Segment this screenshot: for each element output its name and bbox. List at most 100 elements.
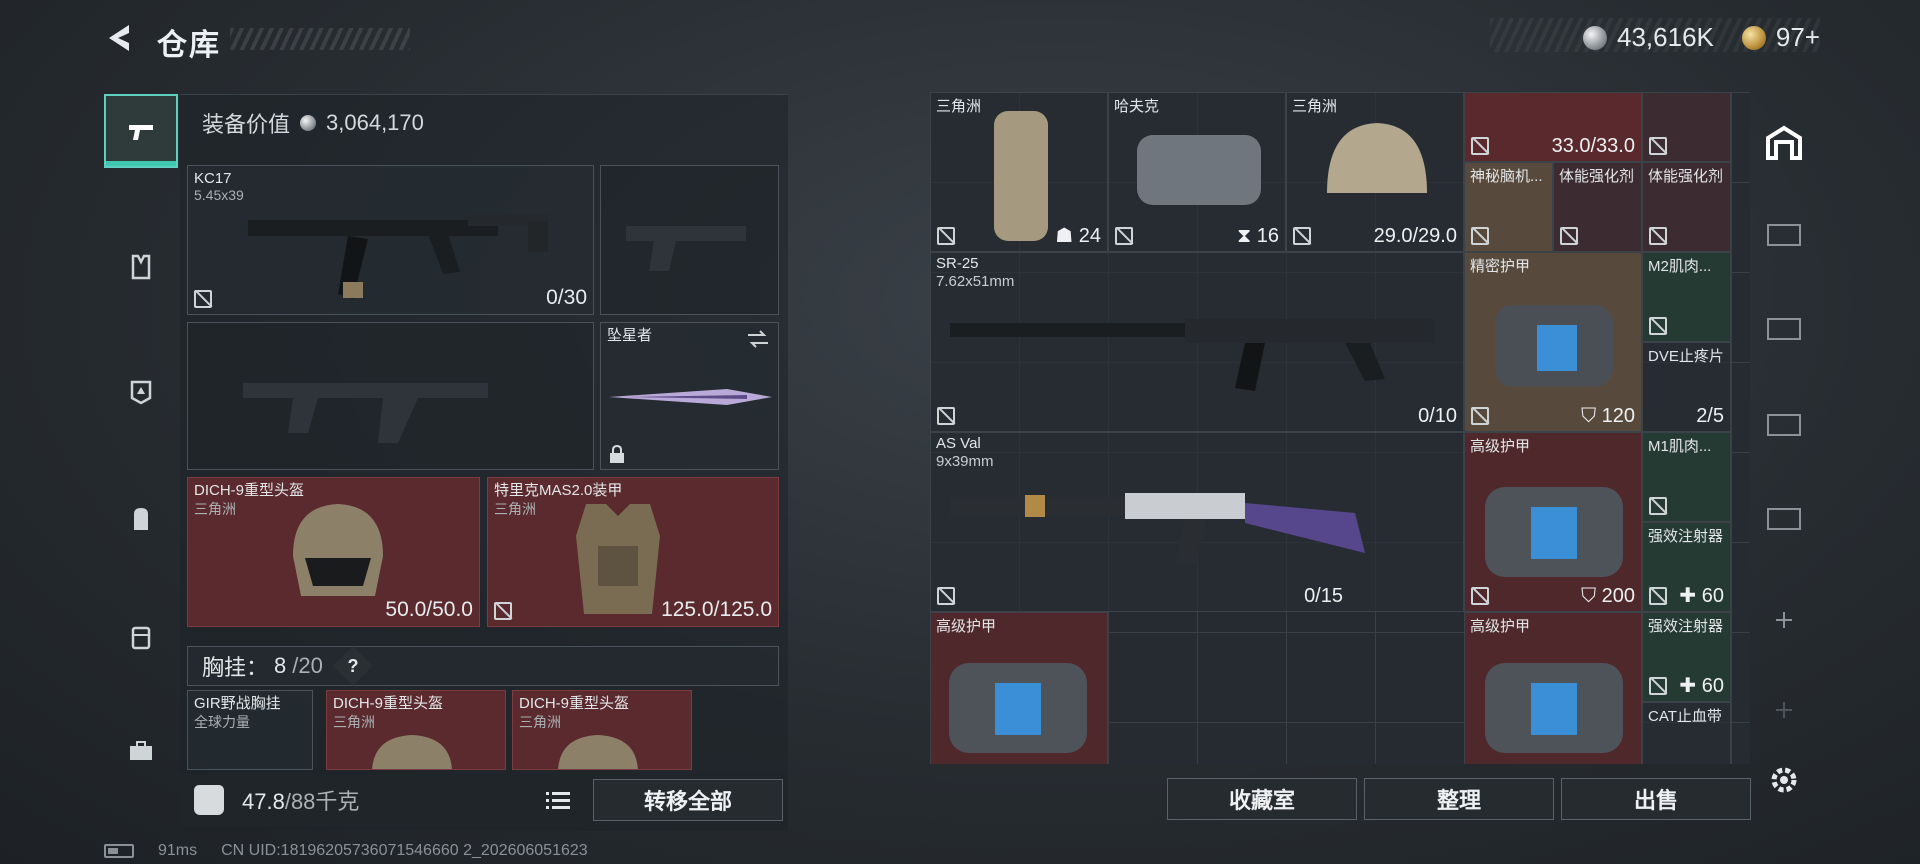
plus-icon [1776,612,1792,628]
armor-value: ⛉ 120 [1581,405,1635,427]
gold-coin-icon[interactable] [1741,25,1766,50]
no-insurance-icon [937,227,955,245]
vest-item-origin: 三角洲 [519,714,561,730]
no-insurance-icon [1649,317,1667,335]
collection-room-button[interactable]: 收藏室 [1167,778,1357,820]
no-insurance-icon [1471,227,1489,245]
grid-item-asval[interactable]: AS Val 9x39mm 0/15 [930,432,1464,612]
secondary-rifle-slot[interactable] [187,322,594,470]
storage-page-4[interactable] [1752,202,1816,266]
grid-item-cap[interactable]: 33.0/33.0 [1464,92,1642,162]
storage-page-icon [1767,508,1801,530]
storage-page-rail [1752,86,1816,806]
grid-item-painkiller[interactable]: DVE止疼片 2/5 [1642,342,1731,432]
weapon-name: AS Val [936,435,981,452]
grid-item-advanced-armor[interactable]: 高级护甲 ⛉ 200 [1464,432,1642,612]
item-origin: 三角洲 [1292,98,1338,115]
item-origin: 哈夫克 [1114,98,1160,115]
transfer-all-button[interactable]: 转移全部 [593,779,783,821]
helmet-icon [372,735,452,769]
storage-page-icon [1767,414,1801,436]
item-name: 精密护甲 [1470,258,1531,275]
armor-durability: 125.0/125.0 [661,598,772,621]
rail-tab-container[interactable] [104,600,178,674]
knife-icon [609,389,772,405]
item-name: 高级护甲 [1470,618,1531,635]
item-count: 2/5 [1696,405,1724,427]
item-name: 神秘脑机... [1470,168,1543,185]
lock-icon [610,445,624,463]
gold-amount[interactable]: 97+ [1776,22,1820,53]
storage-page-3[interactable] [1752,296,1816,360]
helmet-icon [293,504,383,596]
grid-item-precise-armor[interactable]: 精密护甲 ⛉ 120 [1464,252,1642,432]
secondary-weapon-slot[interactable] [600,165,779,315]
helmet-slot[interactable]: DICH-9重型头盔 三角洲 50.0/50.0 [187,477,480,627]
vest-item-name: DICH-9重型头盔 [333,695,444,712]
melee-slot[interactable]: 坠星者 [600,322,779,470]
vest-item-slot[interactable]: GIR野战胸挂 全球力量 [187,690,313,770]
grid-item-m1[interactable]: M1肌肉... [1642,432,1731,522]
rail-tab-toolbox[interactable] [104,714,178,788]
no-insurance-icon [1649,587,1667,605]
armor-value: ⛉ 200 [1581,585,1635,607]
no-insurance-icon [494,602,512,620]
add-page-button-disabled[interactable] [1752,678,1816,742]
vest-item-slot[interactable]: DICH-9重型头盔 三角洲 [512,690,692,770]
storage-grid: 三角洲 ☗ 24 哈夫克 ⧗ 16 三角洲 29.0/29.0 33.0/33.… [930,92,1750,764]
item-name: 高级护甲 [936,618,997,635]
grid-item-injector[interactable]: 强效注射器 ✚ 60 [1642,612,1731,702]
grid-item-brain-chip[interactable]: 神秘脑机... [1464,162,1553,252]
armor-slot[interactable]: 特里克MAS2.0装甲 三角洲 125.0/125.0 [487,477,779,627]
grid-item-injector[interactable]: 强效注射器 ✚ 60 [1642,522,1731,612]
back-button[interactable] [100,18,140,58]
grid-item-advanced-armor[interactable]: 高级护甲 [1464,612,1642,764]
sell-button[interactable]: 出售 [1561,778,1751,820]
no-insurance-icon [1471,407,1489,425]
grid-item-bag[interactable]: 哈夫克 ⧗ 16 [1108,92,1286,252]
grid-item-m2[interactable]: M2肌肉... [1642,252,1731,342]
rail-tab-vest[interactable] [104,230,178,304]
item-count: ⧗ 16 [1237,225,1279,247]
item-count: ✚ 60 [1679,675,1724,697]
no-insurance-icon [937,587,955,605]
storage-page-main[interactable] [1752,110,1816,174]
pistol-icon [129,125,153,140]
grid-item-enhancer[interactable]: 体能强化剂 [1553,162,1642,252]
settings-button[interactable] [1752,748,1816,812]
item-name: 体能强化剂 [1559,168,1635,185]
item-name: 高级护甲 [1470,438,1531,455]
grid-item-tourniquet[interactable]: CAT止血带 [1642,702,1731,764]
rail-tab-weapons[interactable] [104,94,178,168]
no-insurance-icon [1649,497,1667,515]
grid-item-sr25[interactable]: SR-25 7.62x51mm 0/10 [930,252,1464,432]
ping-readout: 91ms [158,842,198,859]
add-page-button[interactable] [1752,588,1816,652]
pistol-silhouette-icon [626,226,746,271]
rail-tab-backpack[interactable] [104,482,178,556]
grid-item-enhancer[interactable]: 体能强化剂 [1642,162,1731,252]
grid-item-advanced-armor[interactable]: 高级护甲 [930,612,1108,764]
rail-tab-armor[interactable] [104,354,178,428]
gear-icon [1771,767,1797,793]
weapon-name: SR-25 [936,255,979,272]
primary-weapon-slot[interactable]: KC17 5.45x39 0/30 [187,165,594,315]
user-uid: CN UID:18196205736071546660 2_2026060516… [221,842,588,859]
item-name: 体能强化剂 [1648,168,1724,185]
silver-coin-icon [300,115,317,131]
grid-item-helmet[interactable]: 三角洲 29.0/29.0 [1286,92,1464,252]
no-insurance-icon [1471,587,1489,605]
list-view-button[interactable] [542,784,574,816]
storage-page-4c[interactable] [1752,486,1816,550]
swap-icon[interactable] [746,329,770,349]
organize-button[interactable]: 整理 [1364,778,1554,820]
help-button[interactable]: ? [333,646,373,686]
currency-bar: 43,616K 97+ [1583,22,1820,53]
storage-page-4b[interactable] [1752,392,1816,456]
vest-item-slot[interactable]: DICH-9重型头盔 三角洲 [326,690,506,770]
grid-item-syringe[interactable] [1642,92,1731,162]
page-title: 仓库 [157,29,221,62]
item-durability: 29.0/29.0 [1373,225,1457,247]
item-name: CAT止血带 [1648,708,1722,725]
grid-item-backpack[interactable]: 三角洲 ☗ 24 [930,92,1108,252]
